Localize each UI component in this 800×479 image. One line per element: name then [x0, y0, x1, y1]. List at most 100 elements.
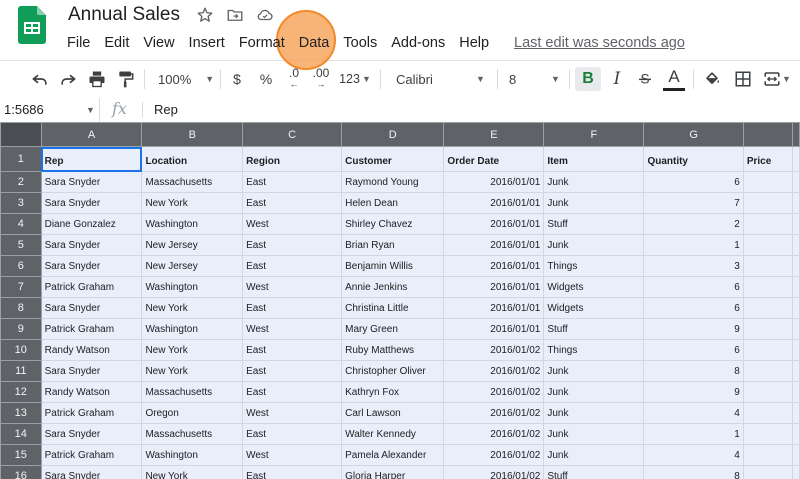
cell[interactable]: 2016/01/01: [443, 255, 545, 277]
more-formats-button[interactable]: 123 ▼: [338, 67, 372, 91]
row-header[interactable]: 4: [0, 213, 42, 235]
cell[interactable]: Benjamin Willis: [341, 255, 445, 277]
cell[interactable]: Kathryn Fox: [341, 381, 445, 403]
cell[interactable]: Sara Snyder: [40, 465, 143, 479]
cell[interactable]: Sara Snyder: [40, 171, 143, 193]
cell[interactable]: Junk: [543, 444, 645, 466]
cell[interactable]: 2016/01/01: [443, 213, 545, 235]
cell[interactable]: 2016/01/02: [443, 381, 545, 403]
cell[interactable]: Rep: [40, 146, 143, 172]
cell[interactable]: Price: [742, 146, 794, 172]
cell[interactable]: Patrick Graham: [40, 318, 143, 340]
cell[interactable]: Washington: [141, 276, 244, 298]
menu-help[interactable]: Help: [452, 33, 496, 53]
cell[interactable]: Sara Snyder: [40, 360, 143, 382]
cell[interactable]: [742, 339, 794, 361]
menu-view[interactable]: View: [136, 33, 181, 53]
cell[interactable]: [742, 234, 794, 256]
cell[interactable]: Region: [242, 146, 343, 172]
cell[interactable]: New York: [141, 465, 244, 479]
cell[interactable]: New York: [141, 297, 244, 319]
cell[interactable]: [792, 423, 800, 445]
cell[interactable]: Customer: [341, 146, 445, 172]
cell[interactable]: Stuff: [543, 465, 645, 479]
cell[interactable]: [742, 444, 794, 466]
chevron-down-icon[interactable]: ▼: [86, 105, 95, 115]
bold-icon[interactable]: B: [575, 67, 601, 91]
cell[interactable]: New York: [141, 360, 244, 382]
merge-cells-icon[interactable]: ▼: [760, 67, 794, 91]
cell[interactable]: [792, 171, 800, 193]
star-icon[interactable]: [196, 6, 214, 24]
row-header[interactable]: 7: [0, 276, 42, 298]
cell[interactable]: 2016/01/01: [443, 171, 545, 193]
cell[interactable]: Junk: [543, 402, 645, 424]
cell[interactable]: 4: [643, 402, 744, 424]
cell[interactable]: 2016/01/01: [443, 192, 545, 214]
cell[interactable]: 2016/01/02: [443, 339, 545, 361]
cell[interactable]: [742, 381, 794, 403]
cell[interactable]: 2016/01/01: [443, 276, 545, 298]
cell[interactable]: Junk: [543, 192, 645, 214]
cell[interactable]: New York: [141, 192, 244, 214]
cell[interactable]: 2016/01/01: [443, 297, 545, 319]
cell[interactable]: [792, 402, 800, 424]
cell[interactable]: East: [242, 192, 343, 214]
font-size-select[interactable]: 8 ▼: [503, 67, 571, 91]
document-title[interactable]: Annual Sales: [68, 4, 180, 26]
cell[interactable]: East: [242, 297, 343, 319]
cell[interactable]: [742, 465, 794, 479]
cell[interactable]: Junk: [543, 423, 645, 445]
cell[interactable]: West: [242, 213, 343, 235]
cell[interactable]: Things: [543, 255, 645, 277]
row-header[interactable]: 10: [0, 339, 42, 361]
cell[interactable]: [742, 213, 794, 235]
cell[interactable]: Raymond Young: [341, 171, 445, 193]
cell[interactable]: Order Date: [443, 146, 545, 172]
cell[interactable]: Junk: [543, 234, 645, 256]
cell[interactable]: 1: [643, 234, 744, 256]
cell[interactable]: [792, 339, 800, 361]
cell[interactable]: Widgets: [543, 276, 645, 298]
decrease-decimal-button[interactable]: .0 ←: [283, 67, 305, 91]
cell[interactable]: East: [242, 171, 343, 193]
cell[interactable]: [742, 318, 794, 340]
menu-tools[interactable]: Tools: [336, 33, 384, 53]
cell[interactable]: [742, 297, 794, 319]
cell[interactable]: [792, 255, 800, 277]
cell[interactable]: [742, 255, 794, 277]
cell[interactable]: [792, 297, 800, 319]
redo-icon[interactable]: [56, 67, 80, 91]
cell[interactable]: New Jersey: [141, 255, 244, 277]
cell[interactable]: [792, 276, 800, 298]
cell[interactable]: 2016/01/02: [443, 360, 545, 382]
column-header[interactable]: E: [443, 122, 545, 147]
menu-add-ons[interactable]: Add-ons: [384, 33, 452, 53]
cell[interactable]: East: [242, 423, 343, 445]
row-header[interactable]: 13: [0, 402, 42, 424]
cell[interactable]: Brian Ryan: [341, 234, 445, 256]
cell[interactable]: Pamela Alexander: [341, 444, 445, 466]
cell[interactable]: Patrick Graham: [40, 444, 143, 466]
cell[interactable]: [792, 146, 800, 172]
cloud-saved-icon[interactable]: [256, 6, 274, 24]
cell[interactable]: Helen Dean: [341, 192, 445, 214]
cell[interactable]: West: [242, 444, 343, 466]
last-edit-link[interactable]: Last edit was seconds ago: [514, 33, 685, 53]
menu-edit[interactable]: Edit: [97, 33, 136, 53]
row-header[interactable]: 9: [0, 318, 42, 340]
cell[interactable]: Diane Gonzalez: [40, 213, 143, 235]
menu-format[interactable]: Format: [232, 33, 292, 53]
cell[interactable]: [792, 444, 800, 466]
cell[interactable]: Oregon: [141, 402, 244, 424]
cell[interactable]: Patrick Graham: [40, 276, 143, 298]
row-header[interactable]: 16: [0, 465, 42, 479]
cell[interactable]: [792, 465, 800, 479]
row-header[interactable]: 5: [0, 234, 42, 256]
row-header[interactable]: 11: [0, 360, 42, 382]
column-header[interactable]: F: [543, 122, 645, 147]
cell[interactable]: Mary Green: [341, 318, 445, 340]
cell[interactable]: [792, 234, 800, 256]
cell[interactable]: Walter Kennedy: [341, 423, 445, 445]
currency-format-button[interactable]: $: [226, 67, 248, 91]
